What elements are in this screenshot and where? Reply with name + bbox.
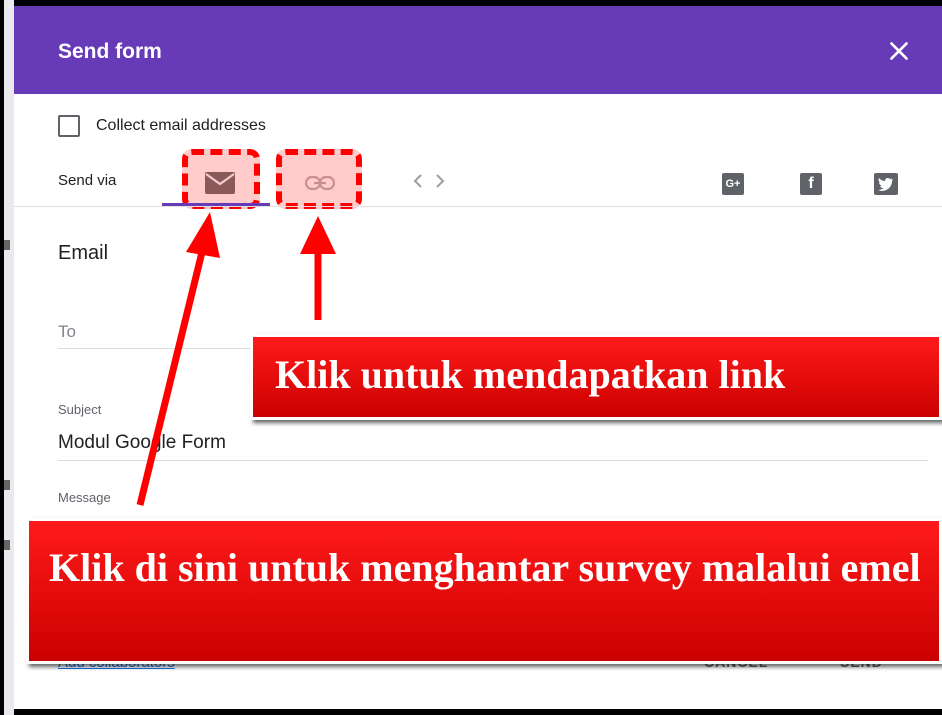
google-plus-icon[interactable]: G+ (722, 173, 744, 195)
dialog-header: Send form (14, 6, 942, 94)
background-mark (4, 540, 10, 550)
twitter-bird-glyph (878, 177, 893, 191)
callout-get-link: Klik untuk mendapatkan link (250, 334, 942, 420)
collect-email-checkbox[interactable] (58, 115, 80, 137)
subject-input-underline (58, 460, 928, 461)
twitter-icon[interactable] (874, 173, 898, 195)
tab-send-link[interactable] (286, 158, 352, 208)
to-input[interactable]: To (58, 322, 76, 342)
collect-email-label: Collect email addresses (96, 117, 266, 134)
tabs-divider (14, 206, 942, 207)
callout-send-email: Klik di sini untuk menghantar survey mal… (26, 518, 942, 664)
send-via-label: Send via (58, 172, 117, 189)
facebook-glyph: f (808, 175, 814, 192)
close-icon[interactable] (886, 38, 912, 64)
message-label: Message (58, 490, 111, 505)
email-section-title: Email (58, 242, 109, 264)
google-plus-glyph: G+ (725, 178, 741, 190)
background-mark (4, 240, 10, 250)
background-page-edge (4, 0, 14, 715)
dialog-title: Send form (58, 40, 162, 63)
background-mark (4, 480, 10, 490)
embed-code-icon (413, 174, 445, 188)
link-icon (304, 175, 336, 191)
tab-embed-html[interactable] (408, 158, 450, 208)
facebook-icon[interactable]: f (800, 173, 822, 195)
collect-email-row[interactable]: Collect email addresses (58, 112, 266, 140)
tab-send-email[interactable] (190, 158, 250, 208)
mail-icon (205, 172, 235, 194)
subject-label: Subject (58, 402, 102, 417)
subject-input[interactable]: Modul Google Form (58, 432, 226, 454)
